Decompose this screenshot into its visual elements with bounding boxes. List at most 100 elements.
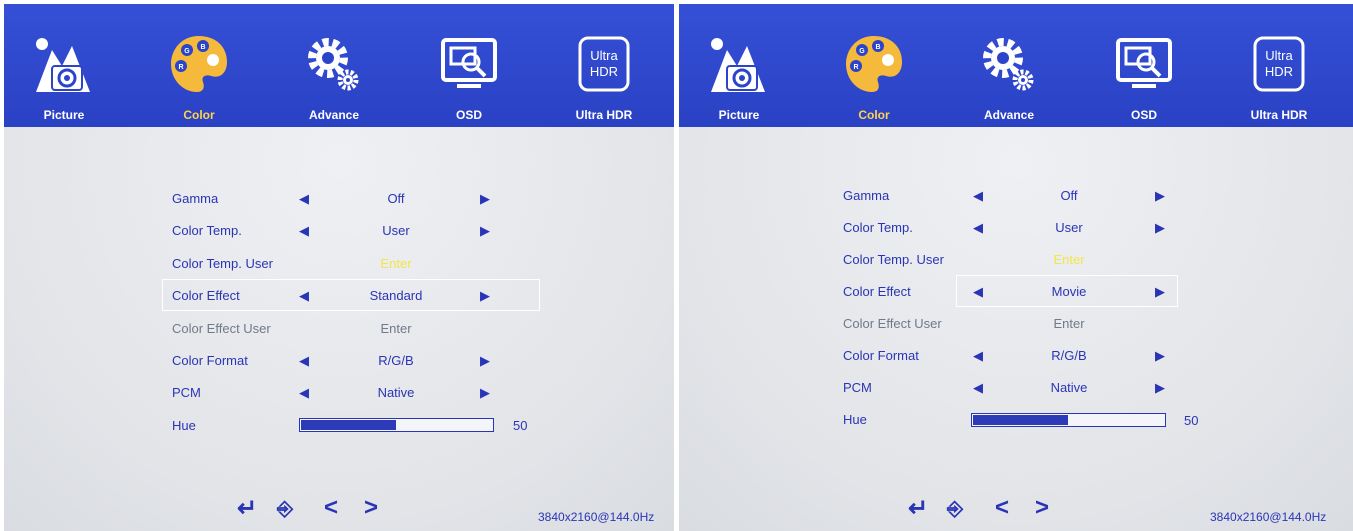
chevron-right-icon[interactable]: >: [364, 494, 378, 522]
svg-text:R: R: [178, 64, 183, 71]
svg-text:G: G: [859, 48, 865, 55]
tab-label: Advance: [308, 108, 360, 122]
hue-slider[interactable]: [299, 418, 494, 432]
tab-advance[interactable]: Advance: [964, 24, 1054, 124]
arrow-left-icon[interactable]: ◀: [973, 348, 983, 364]
row-label: Color Effect: [843, 284, 911, 299]
arrow-left-icon[interactable]: ◀: [973, 188, 983, 204]
tab-color[interactable]: G B R Color: [829, 24, 919, 124]
row-label: Color Effect User: [843, 316, 942, 331]
enter-icon[interactable]: ↵: [237, 494, 257, 523]
menu-row-pcm[interactable]: PCM ◀ Native ▶: [843, 377, 1203, 399]
svg-text:HDR: HDR: [590, 64, 618, 79]
menu-row-color-temp-user[interactable]: Color Temp. User Enter: [843, 249, 1203, 271]
row-value: Native: [1050, 380, 1088, 395]
arrow-left-icon[interactable]: ◀: [299, 223, 309, 239]
tab-osd[interactable]: OSD: [424, 24, 514, 124]
arrow-left-icon[interactable]: ◀: [973, 380, 983, 396]
row-label: Color Temp. User: [843, 252, 944, 267]
svg-text:G: G: [184, 48, 190, 55]
row-label: Color Temp. User: [172, 256, 273, 271]
row-label: Color Effect User: [172, 321, 271, 336]
menu-tab-bar: Picture G B R Color Advance OSD Ultra HD…: [4, 4, 674, 127]
enter-icon[interactable]: ↵: [908, 494, 928, 523]
menu-row-pcm[interactable]: PCM ◀ Native ▶: [172, 382, 532, 404]
arrow-right-icon[interactable]: ▶: [1155, 380, 1165, 396]
row-label: Color Temp.: [172, 223, 242, 238]
row-value: Movie: [1051, 284, 1087, 299]
osd-monitor-icon: [1116, 38, 1172, 88]
row-value: Enter: [1053, 252, 1085, 267]
arrow-left-icon[interactable]: ◀: [973, 220, 983, 236]
tab-label: Picture: [718, 108, 760, 122]
chevron-left-icon[interactable]: <: [324, 494, 338, 522]
menu-row-color-effect[interactable]: Color Effect ◀ Movie ▶: [843, 281, 1203, 303]
arrow-right-icon[interactable]: ▶: [480, 191, 490, 207]
row-value: Off: [1060, 188, 1078, 203]
tab-ultra-hdr[interactable]: Ultra HDR Ultra HDR: [559, 24, 649, 124]
arrow-left-icon[interactable]: ◀: [299, 191, 309, 207]
row-value: R/G/B: [378, 353, 414, 368]
arrow-right-icon[interactable]: ▶: [1155, 284, 1165, 300]
gear-icon: [983, 38, 1034, 91]
svg-text:R: R: [853, 64, 858, 71]
tab-label: Ultra HDR: [575, 108, 633, 122]
arrow-right-icon[interactable]: ▶: [1155, 220, 1165, 236]
osd-monitor-icon: [441, 38, 497, 88]
chevron-right-icon[interactable]: >: [1035, 494, 1049, 522]
arrow-right-icon[interactable]: ▶: [1155, 188, 1165, 204]
arrow-right-icon[interactable]: ▶: [480, 385, 490, 401]
row-label: Hue: [172, 418, 196, 433]
tab-label: OSD: [1130, 108, 1157, 122]
menu-row-color-temp-user[interactable]: Color Temp. User Enter: [172, 253, 532, 275]
arrow-right-icon[interactable]: ▶: [480, 353, 490, 369]
palette-icon: G B R: [846, 36, 902, 92]
arrow-left-icon[interactable]: ◀: [299, 288, 309, 304]
row-label: Color Format: [172, 353, 248, 368]
tab-picture[interactable]: Picture: [694, 24, 784, 124]
svg-text:B: B: [875, 44, 880, 51]
menu-row-color-format[interactable]: Color Format ◀ R/G/B ▶: [843, 345, 1203, 367]
ultra-hdr-icon: Ultra HDR: [1253, 36, 1305, 92]
row-value: R/G/B: [1051, 348, 1087, 363]
arrow-right-icon[interactable]: ▶: [480, 288, 490, 304]
tab-color[interactable]: G B R Color: [154, 24, 244, 124]
tab-picture[interactable]: Picture: [19, 24, 109, 124]
menu-row-color-temp[interactable]: Color Temp. ◀ User ▶: [843, 217, 1203, 239]
menu-row-color-effect-user[interactable]: Color Effect User Enter: [843, 313, 1203, 335]
svg-text:Ultra: Ultra: [590, 48, 618, 63]
svg-text:HDR: HDR: [1265, 64, 1293, 79]
row-value: Enter: [380, 256, 412, 271]
tab-osd[interactable]: OSD: [1099, 24, 1189, 124]
row-label: PCM: [843, 380, 872, 395]
tab-label: OSD: [455, 108, 482, 122]
resolution-readout: 3840x2160@144.0Hz: [1210, 510, 1327, 524]
arrow-left-icon[interactable]: ◀: [299, 353, 309, 369]
tab-label: Color: [858, 108, 890, 122]
arrow-right-icon[interactable]: ▶: [480, 223, 490, 239]
hue-slider[interactable]: [971, 413, 1166, 427]
menu-row-color-effect-user[interactable]: Color Effect User Enter: [172, 318, 532, 340]
menu-row-gamma[interactable]: Gamma ◀ Off ▶: [172, 188, 532, 210]
row-value: Native: [377, 385, 415, 400]
chevron-left-icon[interactable]: <: [995, 494, 1009, 522]
arrow-right-icon[interactable]: ▶: [1155, 348, 1165, 364]
picture-icon: [36, 38, 90, 92]
arrow-left-icon[interactable]: ◀: [973, 284, 983, 300]
arrow-left-icon[interactable]: ◀: [299, 385, 309, 401]
hue-value: 50: [1184, 413, 1199, 428]
tab-ultra-hdr[interactable]: Ultra HDR Ultra HDR: [1234, 24, 1324, 124]
exit-icon[interactable]: ⎆: [947, 498, 963, 521]
menu-row-color-format[interactable]: Color Format ◀ R/G/B ▶: [172, 350, 532, 372]
menu-row-color-effect[interactable]: Color Effect ◀ Standard ▶: [172, 285, 532, 307]
svg-text:Ultra: Ultra: [1265, 48, 1293, 63]
tab-advance[interactable]: Advance: [289, 24, 379, 124]
row-value: User: [1055, 220, 1083, 235]
row-label: Gamma: [843, 188, 890, 203]
menu-row-color-temp[interactable]: Color Temp. ◀ User ▶: [172, 220, 532, 242]
gear-icon: [308, 38, 359, 91]
row-label: Gamma: [172, 191, 219, 206]
row-label: Color Format: [843, 348, 919, 363]
menu-row-gamma[interactable]: Gamma ◀ Off ▶: [843, 185, 1203, 207]
exit-icon[interactable]: ⎆: [277, 498, 293, 521]
